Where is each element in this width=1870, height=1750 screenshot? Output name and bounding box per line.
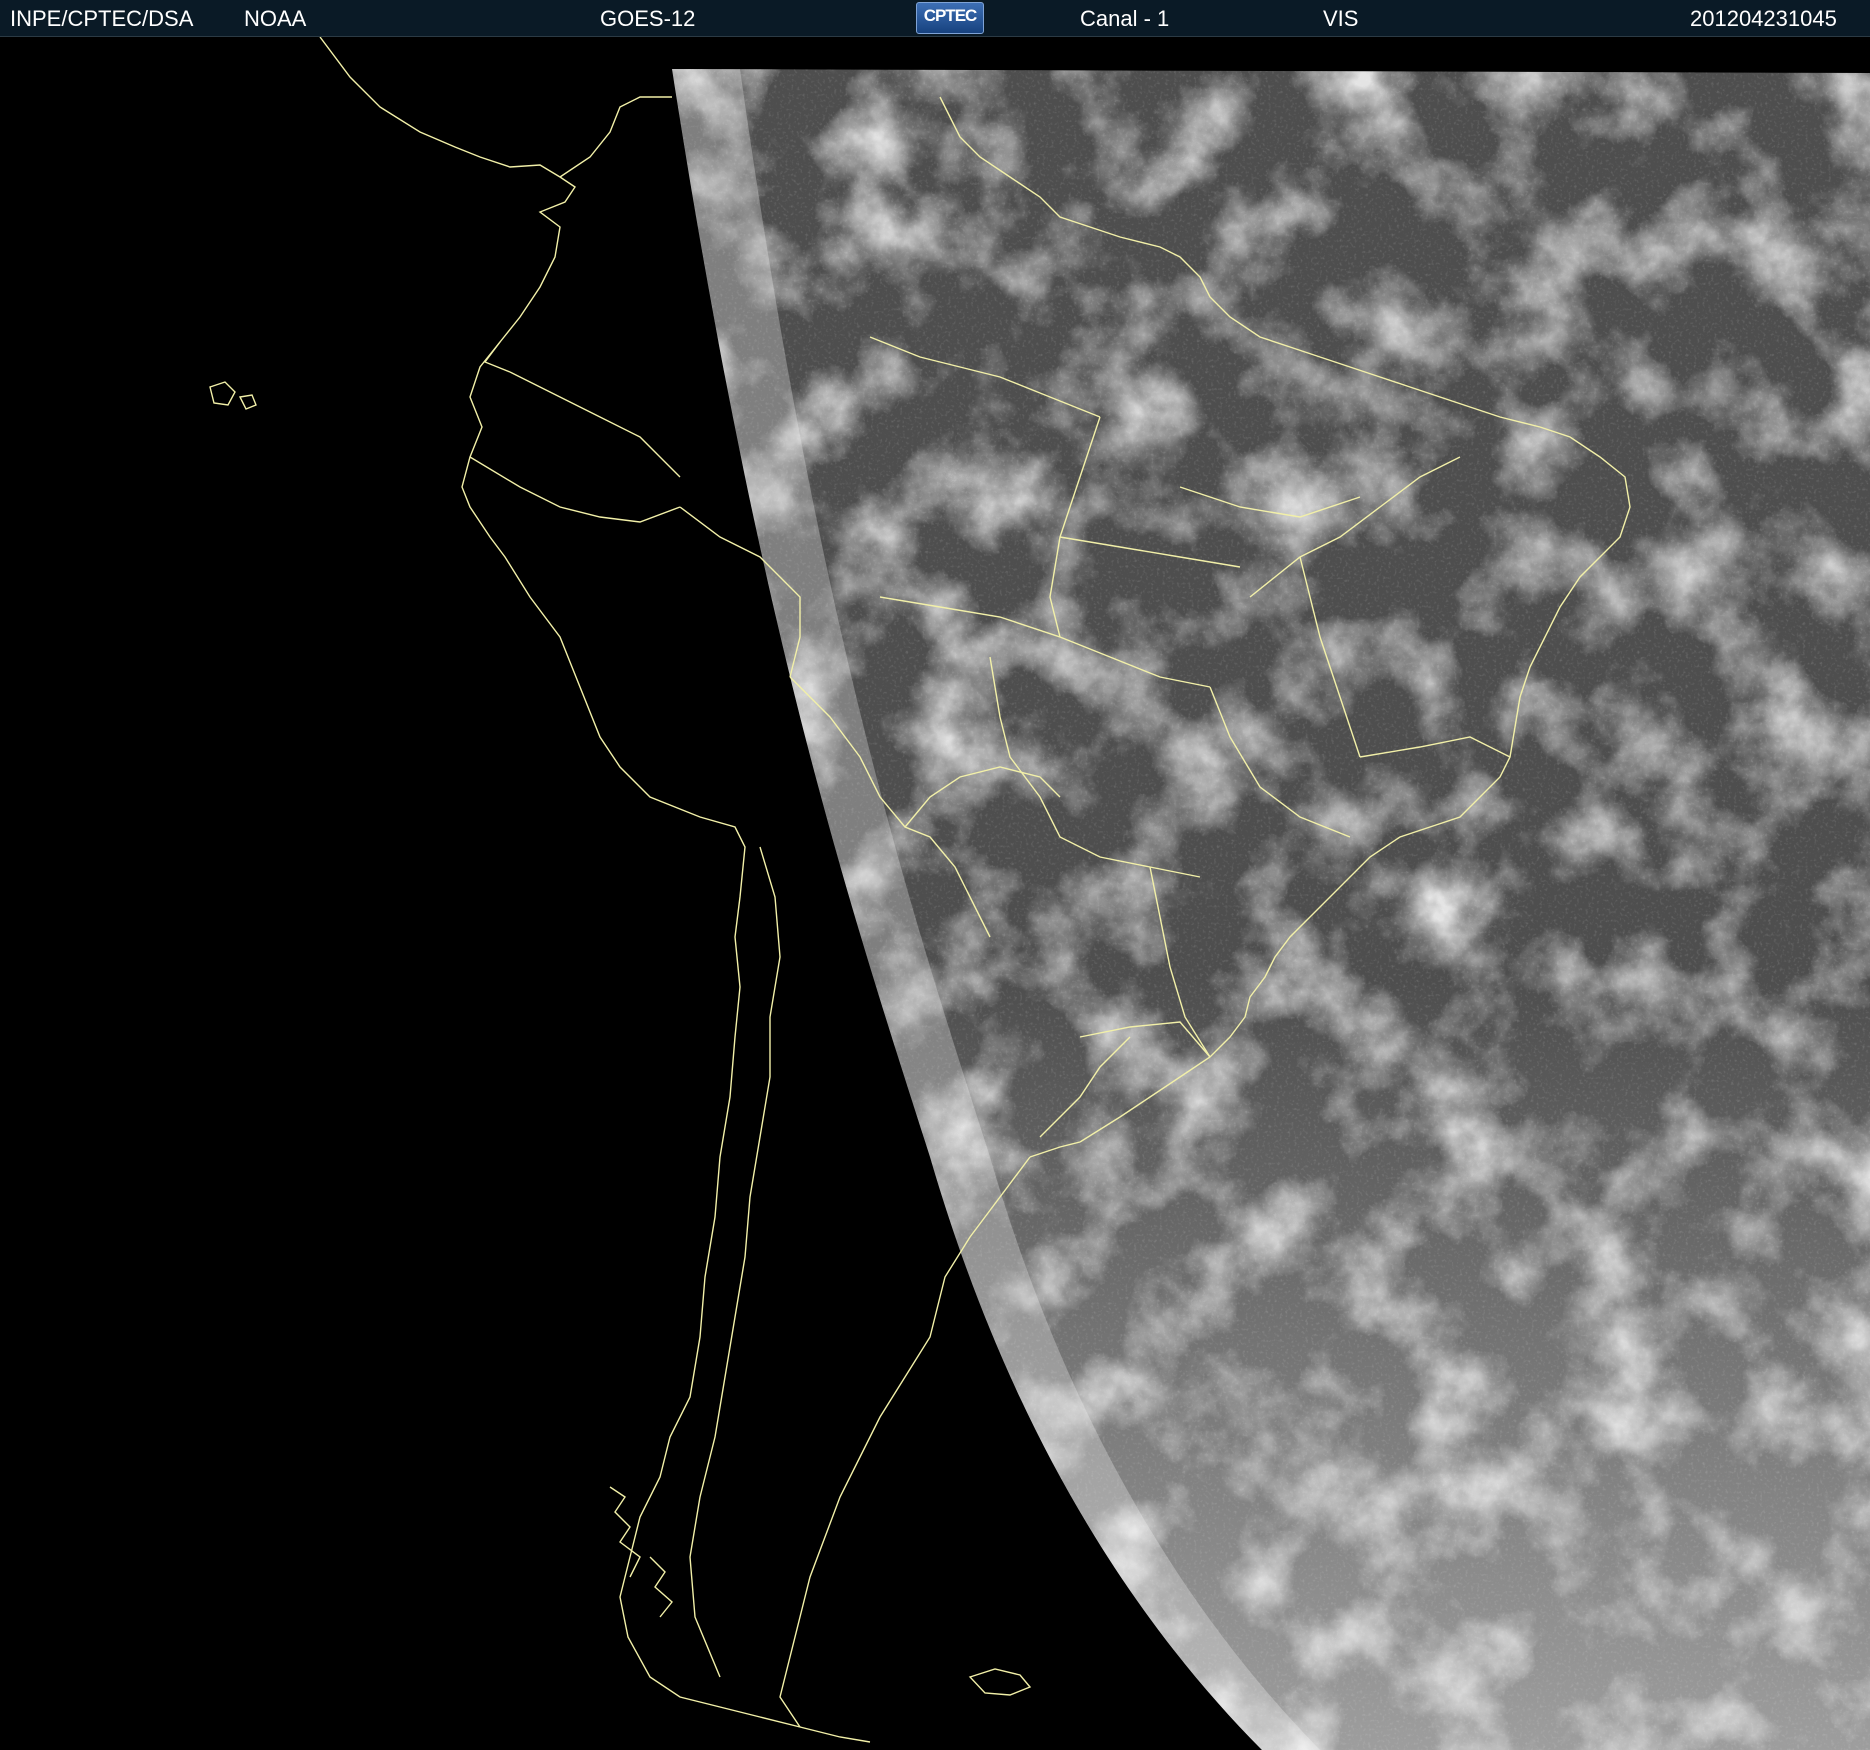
image-header: INPE/CPTEC/DSA NOAA GOES-12 CPTEC Canal … [0,0,1870,37]
satellite-label: GOES-12 [600,6,696,31]
logo-text: CPTEC [923,6,978,25]
source-label: INPE/CPTEC/DSA [10,6,194,31]
timestamp-label: 201204231045 [1690,6,1837,31]
channel-label: Canal - 1 [1080,6,1170,31]
band-label: VIS [1323,6,1359,31]
satellite-image [0,37,1870,1750]
cptec-logo-icon: CPTEC [916,2,984,34]
agency-label: NOAA [244,6,307,31]
